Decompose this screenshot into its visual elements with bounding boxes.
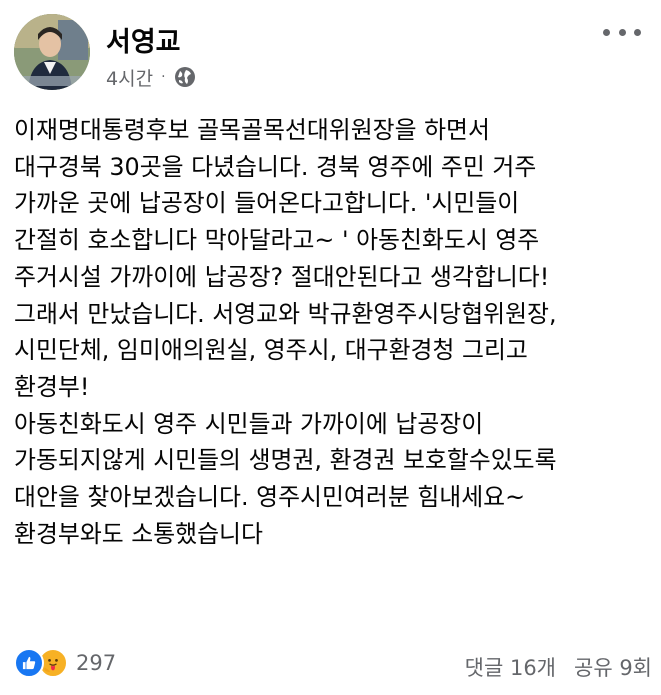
post-meta: 4시간 · — [106, 64, 196, 90]
post-line: 가까운 곳에 납공장이 들어온다고합니다. '시민들이 — [14, 189, 520, 218]
post-line: 대안을 찾아보겠습니다. 영주시민여러분 힘내세요~ — [14, 483, 526, 512]
post-line: 가동되지않게 시민들의 생명권, 환경권 보호할수있도록 — [14, 446, 557, 475]
post-line: 대구경북 30곳을 다녔습니다. 경북 영주에 주민 거주 — [14, 152, 537, 181]
post-line: 주거시설 가까이에 납공장? 절대안된다고 생각합니다! — [14, 262, 550, 291]
meta-separator: · — [161, 69, 166, 85]
reactions-summary[interactable]: 297 — [14, 648, 116, 678]
post-line: 환경부! — [14, 372, 90, 401]
post-line: 이재명대통령후보 골목골목선대위원장을 하면서 — [14, 116, 490, 144]
more-options-icon[interactable] — [603, 22, 641, 42]
avatar[interactable] — [14, 14, 90, 90]
post-line: 아동친화도시 영주 시민들과 가까이에 납공장이 — [14, 409, 484, 438]
post-stats: 댓글 16개 공유 9회 — [465, 652, 652, 682]
comment-count-link[interactable]: 댓글 16개 — [465, 652, 556, 682]
author-name[interactable]: 서영교 — [106, 20, 181, 59]
avatar-photo — [14, 14, 90, 90]
post-line: 간절히 호소합니다 막아달라고~ ' 아동친화도시 영주 — [14, 226, 540, 255]
post-time[interactable]: 4시간 — [106, 64, 153, 91]
post-line: 그래서 만났습니다. 서영교와 박규환영주시당협위원장, — [14, 299, 557, 328]
like-icon — [14, 648, 44, 678]
post-body: 이재명대통령후보 골목골목선대위원장을 하면서 대구경북 30곳을 다녔습니다.… — [14, 112, 654, 552]
globe-icon[interactable] — [174, 66, 196, 88]
reaction-count: 297 — [76, 651, 117, 675]
post-footer: 297 댓글 16개 공유 9회 — [14, 644, 654, 684]
post-line: 환경부와도 소통했습니다 — [14, 519, 263, 548]
share-count-link[interactable]: 공유 9회 — [574, 652, 652, 682]
post-line: 시민단체, 임미애의원실, 영주시, 대구환경청 그리고 — [14, 336, 528, 365]
post-header: 서영교 4시간 · — [14, 14, 647, 92]
